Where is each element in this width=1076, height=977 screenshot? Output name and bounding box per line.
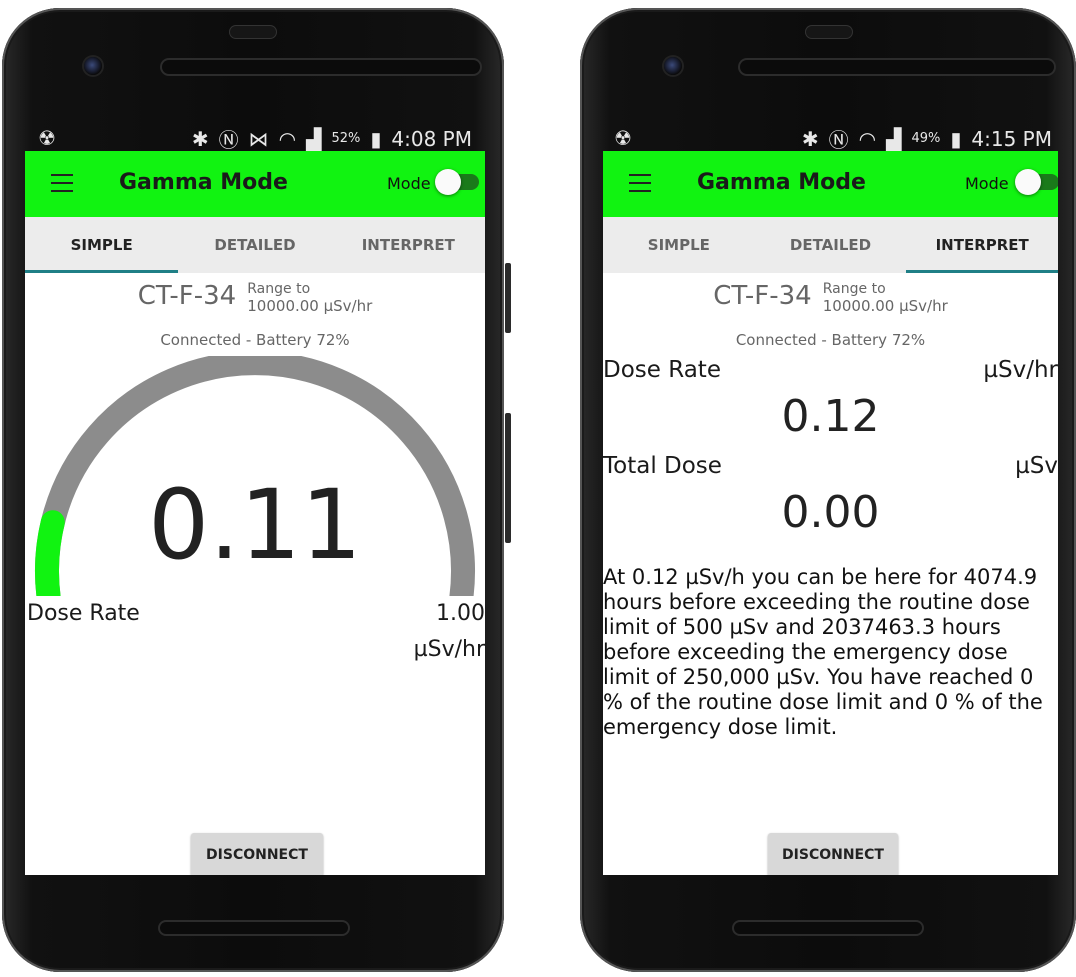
signal-icon: ▟: [886, 126, 902, 151]
total-dose-label: Total Dose: [603, 453, 722, 479]
mode-label: Mode: [965, 174, 1009, 193]
tab-bar: SIMPLE DETAILED INTERPRET: [603, 217, 1058, 273]
mode-label: Mode: [387, 174, 431, 193]
dose-rate-label: Dose Rate: [603, 357, 721, 383]
radiation-icon: ☢: [38, 126, 56, 150]
mode-toggle[interactable]: [1015, 169, 1058, 195]
earpiece: [806, 26, 852, 38]
disconnect-button[interactable]: DISCONNECT: [191, 833, 323, 875]
range-label: Range to: [822, 281, 886, 297]
status-bar: ☢ ✱ Ⓝ ◠ ▟ 49% ▮ 4:15 PM: [614, 124, 1052, 154]
app-bar: Gamma Mode Mode: [603, 151, 1058, 217]
radiation-icon: ☢: [614, 126, 632, 150]
wifi-icon: ◠: [278, 126, 297, 151]
front-camera-icon: [664, 57, 682, 75]
menu-icon[interactable]: [629, 174, 651, 192]
power-button: [505, 413, 511, 543]
dose-rate-label: Dose Rate: [27, 601, 140, 626]
range-label: Range to: [247, 281, 311, 297]
tab-simple[interactable]: SIMPLE: [603, 217, 755, 273]
top-speaker: [162, 60, 480, 74]
device-header: CT-F-34 Range to 10000.00 µSv/hr: [25, 281, 485, 316]
gauge-max-label: 1.00: [436, 601, 485, 626]
volume-button: [505, 263, 511, 333]
bottom-speaker: [734, 922, 922, 934]
wifi-icon: ◠: [858, 126, 877, 151]
range-info: Range to 10000.00 µSv/hr: [247, 281, 372, 316]
connection-status: Connected - Battery 72%: [735, 331, 926, 349]
range-value: 10000.00 µSv/hr: [247, 297, 373, 315]
range-value: 10000.00 µSv/hr: [822, 297, 948, 315]
device-name: CT-F-34: [137, 281, 237, 311]
tab-detailed[interactable]: DETAILED: [755, 217, 907, 273]
vibrate-icon: ⋈: [248, 126, 269, 151]
bluetooth-icon: ✱: [191, 126, 209, 151]
battery-icon: ▮: [950, 126, 962, 151]
tab-interpret[interactable]: INTERPRET: [906, 217, 1058, 273]
total-dose-value: 0.00: [781, 487, 880, 538]
signal-icon: ▟: [306, 126, 322, 151]
device-header: CT-F-34 Range to 10000.00 µSv/hr: [603, 281, 1058, 316]
mode-toggle[interactable]: [435, 169, 479, 195]
tab-detailed[interactable]: DETAILED: [178, 217, 331, 273]
status-bar: ☢ ✱ Ⓝ ⋈ ◠ ▟ 52% ▮ 4:08 PM: [38, 124, 472, 154]
app-title: Gamma Mode: [119, 170, 288, 195]
app-screen-simple: Gamma Mode Mode SIMPLE DETAILED INTERPRE…: [25, 151, 485, 875]
device-name: CT-F-34: [713, 281, 812, 311]
phone-frame-left: ☢ ✱ Ⓝ ⋈ ◠ ▟ 52% ▮ 4:08 PM Gamma Mode Mod…: [2, 8, 511, 972]
total-dose-unit: µSv: [1015, 453, 1058, 479]
nfc-icon: Ⓝ: [828, 128, 849, 152]
range-info: Range to 10000.00 µSv/hr: [823, 281, 948, 316]
nfc-icon: Ⓝ: [218, 128, 239, 152]
dose-rate-value: 0.11: [148, 469, 362, 581]
battery-percent: 52%: [331, 131, 361, 146]
clock: 4:15 PM: [971, 126, 1052, 151]
connection-status: Connected - Battery 72%: [160, 331, 350, 349]
menu-icon[interactable]: [51, 174, 73, 192]
bluetooth-icon: ✱: [801, 126, 819, 151]
app-bar: Gamma Mode Mode: [25, 151, 485, 217]
app-title: Gamma Mode: [697, 170, 866, 195]
battery-percent: 49%: [911, 131, 941, 146]
battery-icon: ▮: [370, 126, 382, 151]
tab-simple[interactable]: SIMPLE: [25, 217, 179, 273]
top-speaker: [740, 60, 1054, 74]
dose-rate-unit: µSv/hr: [983, 357, 1058, 383]
phone-frame-right: ☢ ✱ Ⓝ ◠ ▟ 49% ▮ 4:15 PM Gamma Mode Mode …: [580, 8, 1076, 972]
gauge-unit-label: µSv/hr: [413, 637, 485, 662]
app-screen-interpret: Gamma Mode Mode SIMPLE DETAILED INTERPRE…: [603, 151, 1058, 875]
clock: 4:08 PM: [391, 126, 472, 151]
interpretation-text: At 0.12 µSv/h you can be here for 4074.9…: [603, 565, 1043, 739]
disconnect-button[interactable]: DISCONNECT: [768, 833, 898, 875]
tab-interpret[interactable]: INTERPRET: [332, 217, 485, 273]
earpiece: [230, 26, 276, 38]
dose-rate-value: 0.12: [781, 391, 880, 442]
tab-bar: SIMPLE DETAILED INTERPRET: [25, 217, 485, 273]
bottom-speaker: [160, 922, 348, 934]
front-camera-icon: [84, 57, 102, 75]
